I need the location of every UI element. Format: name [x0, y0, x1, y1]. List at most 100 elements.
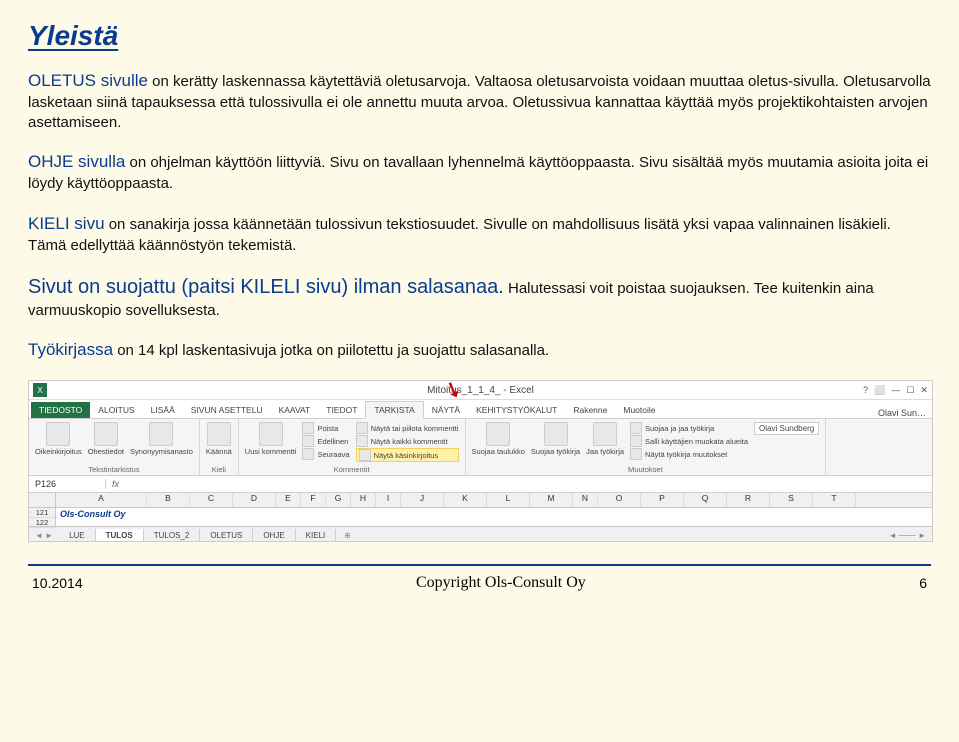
new-comment-icon — [259, 422, 283, 446]
tab-tarkista[interactable]: TARKISTA — [365, 401, 423, 419]
user-name: Olavi Sun… — [878, 408, 926, 418]
sheet-ohje[interactable]: OHJE — [253, 529, 295, 542]
share-icon — [593, 422, 617, 446]
col-S[interactable]: S — [770, 493, 813, 507]
tab-nayta[interactable]: NÄYTÄ — [424, 402, 468, 418]
col-N[interactable]: N — [573, 493, 598, 507]
btn-nayta-muutokset[interactable]: Näytä työkirja muutokset — [630, 448, 748, 460]
tab-aloitus[interactable]: ALOITUS — [90, 402, 142, 418]
btn-nayta-kasinkirjoitus[interactable]: Näytä käsinkirjoitus — [356, 448, 459, 462]
formula-bar: P126 fx — [29, 476, 932, 493]
col-B[interactable]: B — [147, 493, 190, 507]
btn-synonyymisanasto[interactable]: Synonyymisanasto — [130, 422, 193, 456]
col-I[interactable]: I — [376, 493, 401, 507]
sheet-lue[interactable]: LUE — [59, 529, 96, 542]
tab-kehitystyokalut[interactable]: KEHITYSTYÖKALUT — [468, 402, 565, 418]
excel-app-icon: X — [33, 383, 47, 397]
col-K[interactable]: K — [444, 493, 487, 507]
name-box[interactable]: P126 — [29, 479, 106, 489]
btn-oikeinkirjoitus[interactable]: Oikeinkirjoitus — [35, 422, 82, 456]
tab-kaavat[interactable]: KAAVAT — [271, 402, 319, 418]
col-C[interactable]: C — [190, 493, 233, 507]
text-tyokirja: on 14 kpl laskentasivuja jotka on piilot… — [113, 342, 549, 359]
text-kieli: on sanakirja jossa käännetään tulossivun… — [28, 216, 891, 254]
sheet-oletus[interactable]: OLETUS — [200, 529, 253, 542]
col-G[interactable]: G — [326, 493, 351, 507]
sheet-kieli[interactable]: KIELI — [296, 529, 337, 542]
col-A[interactable]: A — [56, 493, 147, 507]
group-label-tekstintarkistus: Tekstintarkistus — [88, 465, 139, 474]
col-D[interactable]: D — [233, 493, 276, 507]
btn-suojaa-ja-jaa[interactable]: Suojaa ja jaa työkirja — [630, 422, 748, 434]
cell-company[interactable]: Ols-Consult Oy — [60, 509, 126, 519]
tab-tiedosto[interactable]: TIEDOSTO — [31, 402, 90, 418]
btn-nayta-kaikki[interactable]: Näytä kaikki kommentit — [356, 435, 459, 447]
sheet-tulos[interactable]: TULOS — [96, 529, 144, 542]
minimize-icon[interactable]: — — [891, 385, 900, 395]
paragraph-suojattu: Sivut on suojattu (paitsi KILELI sivu) i… — [28, 274, 931, 321]
prev-icon — [302, 435, 314, 447]
btn-jaa-tyokirja[interactable]: Jaa työkirja — [586, 422, 624, 456]
col-J[interactable]: J — [401, 493, 444, 507]
btn-suojaa-tyokirja[interactable]: Suojaa työkirja — [531, 422, 580, 456]
tab-muotoile[interactable]: Muotoile — [615, 402, 663, 418]
spellcheck-icon — [46, 422, 70, 446]
col-M[interactable]: M — [530, 493, 573, 507]
btn-ohestiedot[interactable]: Ohestiedot — [88, 422, 124, 456]
col-H[interactable]: H — [351, 493, 376, 507]
btn-suojaa-taulukko[interactable]: Suojaa taulukko — [472, 422, 525, 456]
next-icon — [302, 448, 314, 460]
col-Q[interactable]: Q — [684, 493, 727, 507]
allow-edit-icon — [630, 435, 642, 447]
btn-kaanna[interactable]: Käännä — [206, 422, 232, 456]
group-label-kieli: Kieli — [212, 465, 226, 474]
add-sheet-button[interactable]: ⊕ — [336, 531, 359, 540]
protect-share-icon — [630, 422, 642, 434]
tab-rakenne[interactable]: Rakenne — [565, 402, 615, 418]
btn-poista[interactable]: Poista — [302, 422, 349, 434]
btn-salli-muokata[interactable]: Salli käyttäjien muokata alueita — [630, 435, 748, 447]
col-P[interactable]: P — [641, 493, 684, 507]
col-E[interactable]: E — [276, 493, 301, 507]
sheet-tulos2[interactable]: TULOS_2 — [144, 529, 201, 542]
row-121[interactable]: 121 — [29, 508, 55, 518]
sheet-nav[interactable]: ◄ ► — [29, 531, 59, 540]
ribbon-toggle-icon[interactable]: ⬜ — [874, 385, 885, 396]
ribbon-tabs: TIEDOSTO ALOITUS LISÄÄ SIVUN ASETTELU KA… — [29, 400, 932, 419]
show-hide-icon — [356, 422, 368, 434]
row-122[interactable]: 122 — [29, 518, 55, 528]
col-R[interactable]: R — [727, 493, 770, 507]
btn-nayta-piilota[interactable]: Näytä tai piilota kommentti — [356, 422, 459, 434]
ribbon-group-tekstintarkistus: Oikeinkirjoitus Ohestiedot Synonyymisana… — [29, 419, 200, 475]
fx-label[interactable]: fx — [106, 479, 125, 489]
excel-titlebar: X Mitoitus_1_1_4_ - Excel ? ⬜ — ☐ ✕ — [29, 381, 932, 400]
col-O[interactable]: O — [598, 493, 641, 507]
tab-lisaa[interactable]: LISÄÄ — [143, 402, 183, 418]
ribbon-group-kommentit: Uusi kommentti Poista Edellinen Seuraava… — [239, 419, 466, 475]
paragraph-kieli: KIELI sivu on sanakirja jossa käännetään… — [28, 213, 931, 256]
help-icon[interactable]: ? — [863, 385, 868, 395]
close-icon[interactable]: ✕ — [920, 385, 928, 396]
text-oletus: on kerätty laskennassa käytettäviä oletu… — [28, 73, 931, 131]
col-F[interactable]: F — [301, 493, 326, 507]
sheet-body: 121 122 Ols-Consult Oy — [29, 508, 932, 526]
ribbon-group-muutokset: Suojaa taulukko Suojaa työkirja Jaa työk… — [466, 419, 827, 475]
btn-seuraava[interactable]: Seuraava — [302, 448, 349, 460]
maximize-icon[interactable]: ☐ — [906, 385, 914, 396]
tab-tiedot[interactable]: TIEDOT — [318, 402, 365, 418]
col-T[interactable]: T — [813, 493, 856, 507]
btn-edellinen[interactable]: Edellinen — [302, 435, 349, 447]
tab-sivun-asettelu[interactable]: SIVUN ASETTELU — [183, 402, 271, 418]
sheet-tabs: ◄ ► LUE TULOS TULOS_2 OLETUS OHJE KIELI … — [29, 526, 932, 542]
ribbon-group-kieli: Käännä Kieli — [200, 419, 239, 475]
page-footer: 10.2014 Copyright Ols-Consult Oy 6 — [28, 566, 931, 592]
page-title: Yleistä — [28, 20, 931, 52]
thesaurus-icon — [149, 422, 173, 446]
translate-icon — [207, 422, 231, 446]
show-all-icon — [356, 435, 368, 447]
ribbon-content: Oikeinkirjoitus Ohestiedot Synonyymisana… — [29, 419, 932, 476]
col-L[interactable]: L — [487, 493, 530, 507]
hscroll[interactable]: ◄ ─── ► — [883, 531, 932, 540]
btn-uusi-kommentti[interactable]: Uusi kommentti — [245, 422, 297, 456]
select-all-corner[interactable] — [29, 493, 56, 507]
